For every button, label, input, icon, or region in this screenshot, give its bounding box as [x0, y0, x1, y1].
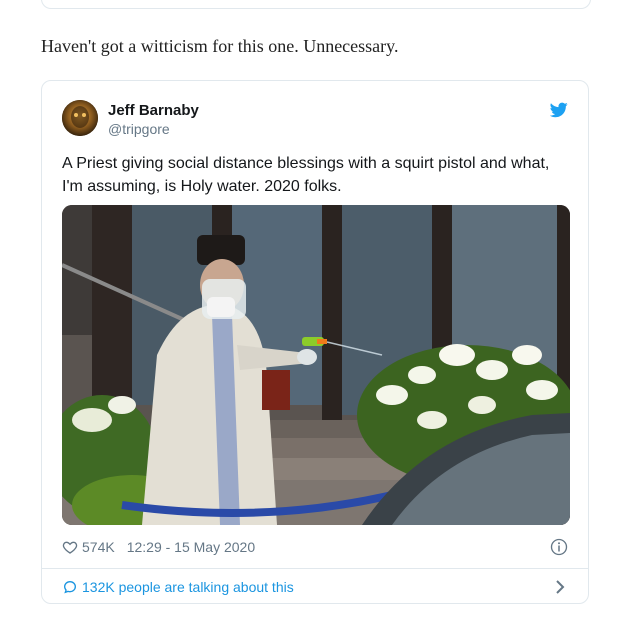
- previous-embed-card: [41, 0, 591, 9]
- avatar[interactable]: [62, 100, 98, 136]
- heart-icon[interactable]: [62, 539, 78, 555]
- like-count[interactable]: 574K: [82, 539, 115, 555]
- tweet-text: A Priest giving social distance blessing…: [62, 155, 550, 195]
- conversation-label[interactable]: 132K people are talking about this: [82, 579, 294, 595]
- divider: [42, 568, 588, 569]
- tweet-photo[interactable]: [62, 205, 570, 525]
- tweet-timestamp[interactable]: 12:29 - 15 May 2020: [127, 539, 255, 555]
- chevron-right-icon[interactable]: [554, 579, 566, 595]
- author-handle[interactable]: @tripgore: [108, 121, 170, 137]
- embedded-tweet[interactable]: Jeff Barnaby @tripgore A Priest giving s…: [41, 80, 589, 604]
- author-name[interactable]: Jeff Barnaby: [108, 102, 199, 119]
- article-paragraph: Haven't got a witticism for this one. Un…: [41, 36, 399, 56]
- conversation-link[interactable]: 132K people are talking about this: [62, 577, 294, 597]
- tweet-meta: 574K 12:29 - 15 May 2020: [62, 537, 255, 557]
- twitter-bird-icon[interactable]: [549, 102, 568, 118]
- info-icon[interactable]: [550, 538, 568, 556]
- speech-bubble-icon: [62, 579, 78, 595]
